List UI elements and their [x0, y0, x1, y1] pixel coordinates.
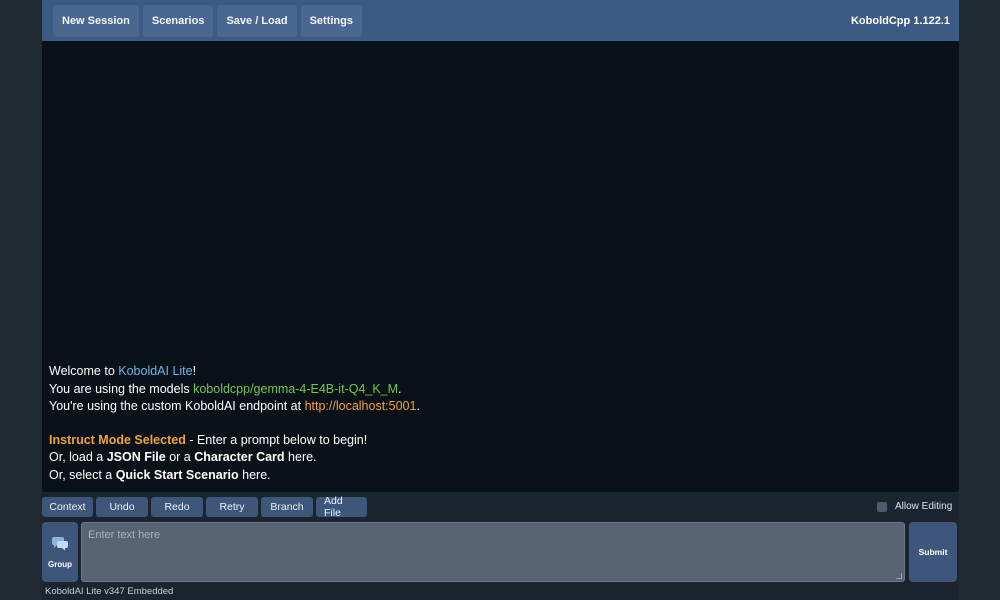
save-load-button[interactable]: Save / Load	[217, 4, 297, 37]
chat-bubbles-icon	[51, 536, 69, 556]
quick-start-scenario-link[interactable]: Quick Start Scenario	[116, 468, 239, 482]
prompt-placeholder: Enter text here	[88, 529, 161, 541]
endpoint-url: http://localhost:5001	[304, 399, 417, 413]
group-label: Group	[48, 559, 72, 569]
welcome-text: !	[192, 364, 197, 378]
mode-text: - Enter a prompt below to begin!	[185, 432, 368, 447]
welcome-line: Welcome to KoboldAI Lite!	[49, 363, 420, 381]
koboldai-lite-link[interactable]: KoboldAI Lite	[118, 364, 192, 378]
group-chat-button[interactable]: Group	[42, 522, 78, 582]
model-text: You are using the models	[49, 381, 194, 396]
prompt-input[interactable]: Enter text here	[81, 522, 905, 582]
welcome-message: Welcome to KoboldAI Lite! You are using …	[49, 363, 420, 484]
scenario-text: here.	[238, 467, 271, 482]
context-button[interactable]: Context	[42, 497, 93, 517]
retry-button[interactable]: Retry	[206, 497, 258, 517]
version-label: KoboldCpp 1.122.1	[850, 14, 950, 27]
load-text: here.	[284, 450, 317, 464]
allow-editing-checkbox[interactable]	[877, 501, 887, 512]
json-file-link[interactable]: JSON File	[107, 450, 166, 464]
model-text: .	[398, 381, 402, 396]
new-session-button[interactable]: New Session	[53, 4, 139, 37]
footer-version: KoboldAI Lite v347 Embedded	[45, 586, 174, 597]
top-nav: New Session Scenarios Save / Load Settin…	[42, 0, 959, 41]
endpoint-line: You're using the custom KoboldAI endpoin…	[49, 398, 420, 416]
resize-handle-icon[interactable]	[896, 573, 902, 579]
allow-editing-toggle[interactable]: Allow Editing	[877, 501, 952, 512]
redo-button[interactable]: Redo	[151, 497, 203, 517]
load-text: Or, load a	[49, 450, 107, 464]
scenarios-button[interactable]: Scenarios	[142, 4, 214, 37]
model-name: koboldcpp/gemma-4-E4B-it-Q4_K_M	[193, 381, 399, 396]
submit-button[interactable]: Submit	[909, 522, 957, 582]
load-text: or a	[165, 450, 195, 464]
allow-editing-label: Allow Editing	[895, 501, 953, 512]
welcome-text: Welcome to	[49, 364, 119, 378]
load-line: Or, load a JSON File or a Character Card…	[49, 449, 420, 467]
branch-button[interactable]: Branch	[261, 497, 313, 517]
mode-line: Instruct Mode Selected - Enter a prompt …	[49, 432, 420, 450]
undo-button[interactable]: Undo	[96, 497, 148, 517]
model-line: You are using the models koboldcpp/gemma…	[49, 381, 420, 399]
instruct-mode-label: Instruct Mode Selected	[49, 432, 186, 447]
scenario-text: Or, select a	[49, 467, 116, 482]
endpoint-text: .	[416, 399, 420, 413]
settings-button[interactable]: Settings	[300, 4, 362, 37]
add-file-button[interactable]: Add File	[316, 495, 367, 519]
scenario-line: Or, select a Quick Start Scenario here.	[49, 467, 420, 485]
character-card-link[interactable]: Character Card	[194, 450, 284, 464]
action-bar: Context Undo Redo Retry Branch Add File	[42, 495, 370, 519]
endpoint-text: You're using the custom KoboldAI endpoin…	[49, 399, 305, 413]
story-area: Welcome to KoboldAI Lite! You are using …	[42, 41, 959, 492]
